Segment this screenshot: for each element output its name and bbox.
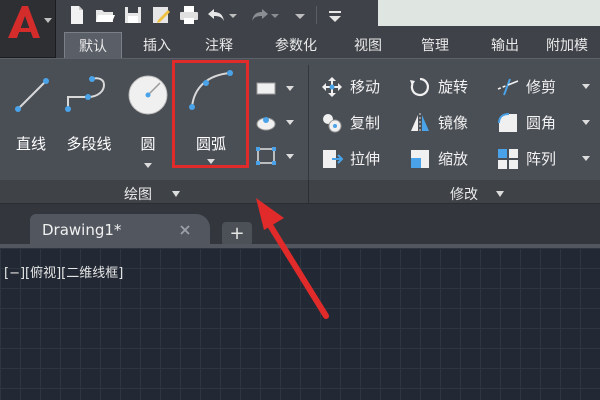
tab-insert[interactable]: 插入 (132, 32, 182, 60)
rotate-button[interactable]: 旋转 (408, 73, 492, 101)
circle-dropdown-icon[interactable] (144, 163, 152, 168)
undo-dropdown-icon[interactable] (228, 4, 238, 26)
polyline-label: 多段线 (66, 135, 112, 153)
viewport-controls-label[interactable]: [−][俯视][二维线框] (4, 262, 123, 281)
fillet-button[interactable]: 圆角 (496, 109, 596, 137)
scale-icon (411, 150, 429, 168)
ribbon: 直线 多段线 圆 圆弧 移动 旋转 修剪 复制 镜像 圆角 拉伸 缩放 阵列 (0, 58, 600, 215)
autocad-logo-icon (8, 6, 40, 38)
rectangle-icon (256, 82, 276, 95)
rotate-label: 旋转 (438, 78, 469, 96)
document-tab-bar: Drawing1* + (0, 204, 600, 248)
tab-output[interactable]: 输出 (480, 32, 530, 60)
undo-icon[interactable] (206, 4, 228, 26)
mirror-label: 镜像 (438, 114, 469, 132)
rotate-icon (410, 77, 429, 97)
line-button[interactable]: 直线 (8, 71, 54, 171)
workspace-dropdown-icon[interactable] (292, 4, 308, 26)
redo-dropdown-icon[interactable] (270, 4, 280, 26)
document-tab-label: Drawing1* (42, 221, 122, 239)
document-tab[interactable]: Drawing1* (30, 214, 210, 248)
mirror-button[interactable]: 镜像 (408, 109, 492, 137)
tab-manage[interactable]: 管理 (410, 32, 460, 60)
circle-icon (128, 75, 168, 115)
drawing-canvas[interactable]: [−][俯视][二维线框] (0, 248, 600, 400)
save-as-icon[interactable] (150, 4, 172, 26)
print-icon[interactable] (178, 4, 200, 26)
panel-divider (308, 180, 309, 204)
table-button[interactable] (254, 143, 298, 171)
chevron-down-icon (286, 154, 294, 159)
mirror-icon (411, 113, 429, 133)
tab-view[interactable]: 视图 (344, 32, 392, 60)
fillet-icon (498, 113, 517, 132)
scale-button[interactable]: 缩放 (408, 145, 492, 173)
stretch-label: 拉伸 (350, 150, 381, 168)
close-icon[interactable] (178, 223, 192, 237)
customize-toolbar-icon[interactable] (326, 4, 344, 26)
array-label: 阵列 (526, 150, 557, 168)
array-icon (498, 149, 518, 169)
polyline-icon (65, 76, 106, 112)
ribbon-panel-footer: 绘图 修改 (0, 180, 600, 204)
copy-label: 复制 (350, 114, 381, 132)
rectangle-button[interactable] (254, 75, 298, 103)
modify-panel-title[interactable]: 修改 (450, 184, 478, 204)
trim-button[interactable]: 修剪 (496, 73, 596, 101)
chevron-down-icon[interactable] (172, 191, 180, 197)
copy-icon (323, 114, 342, 133)
draw-panel-title[interactable]: 绘图 (124, 184, 152, 204)
hatch-button[interactable] (254, 109, 298, 137)
array-button[interactable]: 阵列 (496, 145, 596, 173)
trim-dropdown-icon[interactable] (582, 84, 590, 89)
move-button[interactable]: 移动 (320, 73, 404, 101)
copy-button[interactable]: 复制 (320, 109, 404, 137)
line-label: 直线 (15, 135, 46, 153)
plus-icon: + (229, 223, 245, 244)
fillet-label: 圆角 (526, 114, 557, 132)
open-folder-icon[interactable] (94, 4, 116, 26)
stretch-button[interactable]: 拉伸 (320, 145, 404, 173)
stretch-icon (323, 150, 344, 168)
arc-highlight-box (172, 60, 249, 168)
tab-addins[interactable]: 附加模 (546, 32, 600, 60)
toolbar-separator (316, 6, 317, 24)
array-dropdown-icon[interactable] (582, 156, 590, 161)
trim-icon (497, 78, 519, 96)
title-bar-info-area (378, 0, 600, 26)
chevron-down-icon (44, 18, 52, 23)
hatch-icon (256, 117, 276, 131)
trim-label: 修剪 (526, 78, 557, 96)
polyline-button[interactable]: 多段线 (58, 71, 120, 171)
chevron-down-icon (286, 86, 294, 91)
new-file-icon[interactable] (66, 4, 88, 26)
tab-annotate[interactable]: 注释 (194, 32, 244, 60)
line-icon (15, 78, 49, 112)
tab-parametric[interactable]: 参数化 (260, 32, 332, 60)
new-tab-button[interactable]: + (222, 222, 252, 246)
scale-label: 缩放 (438, 150, 469, 168)
chevron-down-icon[interactable] (496, 191, 504, 197)
save-icon[interactable] (122, 4, 144, 26)
redo-icon[interactable] (248, 4, 270, 26)
application-menu-button[interactable] (0, 0, 56, 58)
quick-access-toolbar (64, 2, 374, 28)
boundary-icon (256, 147, 276, 165)
fillet-dropdown-icon[interactable] (582, 120, 590, 125)
move-label: 移动 (350, 78, 381, 96)
circle-button[interactable]: 圆 (124, 71, 172, 177)
tab-default[interactable]: 默认 (64, 32, 122, 60)
circle-label: 圆 (140, 135, 156, 153)
move-icon (322, 77, 342, 97)
chevron-down-icon (286, 120, 294, 125)
ribbon-tab-bar: 默认 插入 注释 参数化 视图 管理 输出 附加模 (56, 32, 600, 60)
